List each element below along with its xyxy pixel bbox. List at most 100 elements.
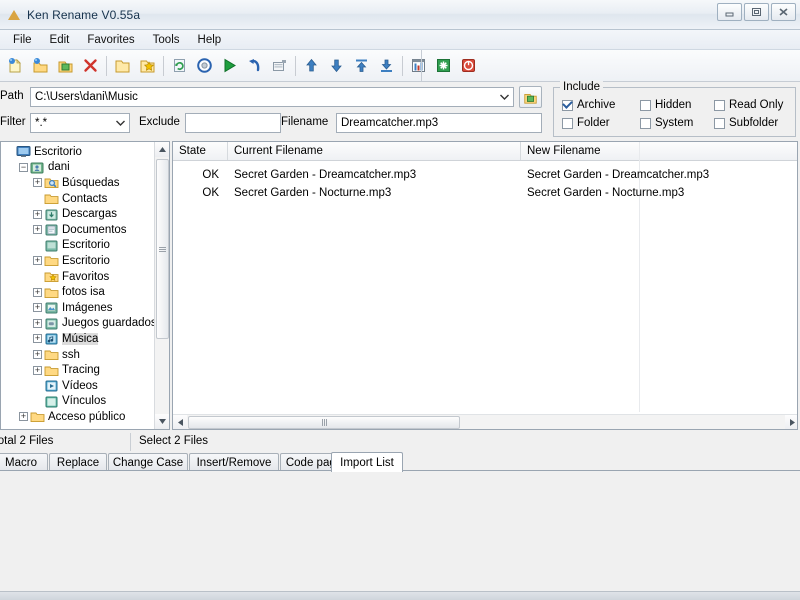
expand-plus-icon[interactable]: + <box>33 318 42 328</box>
new-file-button[interactable] <box>3 53 28 79</box>
menu-file[interactable]: File <box>4 32 41 48</box>
expand-plus-icon[interactable]: + <box>33 350 42 360</box>
expand-plus-icon[interactable]: + <box>33 225 42 235</box>
scroll-left-arrow-icon[interactable] <box>173 414 187 429</box>
tree-item[interactable]: + Acceso público <box>1 409 156 425</box>
tab-macro[interactable]: Macro <box>0 453 48 471</box>
expand-plus-icon[interactable]: + <box>33 365 42 375</box>
delete-button[interactable] <box>78 53 103 79</box>
tree-item[interactable]: Vídeos <box>1 378 156 394</box>
menu-edit[interactable]: Edit <box>41 32 79 48</box>
expand-plus-icon[interactable]: + <box>33 287 42 297</box>
tree-item[interactable]: + Tracing <box>1 362 156 378</box>
path-combobox[interactable]: C:\Users\dani\Music <box>30 87 514 107</box>
tree-item[interactable]: Favoritos <box>1 269 156 285</box>
app-icon <box>6 7 22 23</box>
tree-item[interactable]: + Escritorio <box>1 253 156 269</box>
expand-plus-icon[interactable]: + <box>33 334 42 344</box>
menu-help[interactable]: Help <box>189 32 231 48</box>
move-up-button[interactable] <box>299 53 324 79</box>
tree-item[interactable]: + ssh <box>1 347 156 363</box>
collapse-minus-icon[interactable]: − <box>19 162 28 172</box>
include-system-checkbox[interactable]: System <box>640 117 693 129</box>
tree-item[interactable]: Escritorio <box>1 238 156 254</box>
expand-plus-icon[interactable]: + <box>19 412 28 422</box>
menu-favorites[interactable]: Favorites <box>78 32 143 48</box>
include-subfolder-checkbox[interactable]: Subfolder <box>714 117 778 129</box>
shuffle-button[interactable] <box>431 53 456 79</box>
import-list-panel: Load Save Clear Copy Clean Paste From cl… <box>0 471 800 591</box>
properties-button[interactable] <box>267 53 292 79</box>
scroll-up-arrow-icon[interactable] <box>155 142 169 157</box>
column-header-state[interactable]: State <box>173 142 228 160</box>
file-list-panel[interactable]: State Current Filename New Filename OK S… <box>172 141 798 430</box>
move-bottom-button[interactable] <box>374 53 399 79</box>
tree-item[interactable]: + Documentos <box>1 222 156 238</box>
tree-vertical-scrollbar[interactable] <box>154 142 169 429</box>
tree-item-label: Juegos guardados <box>62 317 157 330</box>
tree-item[interactable]: Contacts <box>1 191 156 207</box>
chevron-down-icon[interactable] <box>496 88 513 106</box>
toolbar <box>0 50 800 82</box>
expand-plus-icon[interactable]: + <box>33 178 42 188</box>
tree-item[interactable]: + Música <box>1 331 156 347</box>
open-folder-button[interactable] <box>28 53 53 79</box>
close-button[interactable] <box>771 3 796 21</box>
table-row[interactable]: OK Secret Garden - Dreamcatcher.mp3 Secr… <box>173 166 797 184</box>
tree-item[interactable]: Escritorio <box>1 144 156 160</box>
preview-button[interactable] <box>192 53 217 79</box>
tree-item[interactable]: Vínculos <box>1 394 156 410</box>
include-folder-checkbox[interactable]: Folder <box>562 117 610 129</box>
menu-tools[interactable]: Tools <box>144 32 189 48</box>
tree-item[interactable]: + Juegos guardados <box>1 316 157 332</box>
path-label: Path <box>0 90 24 102</box>
scroll-right-arrow-icon[interactable] <box>785 414 797 429</box>
refresh-list-button[interactable] <box>167 53 192 79</box>
minimize-button[interactable] <box>717 3 742 21</box>
tab-import-list[interactable]: Import List <box>331 452 403 472</box>
file-list-horizontal-scrollbar[interactable] <box>173 414 797 429</box>
scroll-down-arrow-icon[interactable] <box>155 414 169 429</box>
path-browse-button[interactable] <box>519 86 542 108</box>
tree-item-label: ssh <box>62 348 80 361</box>
tree-item[interactable]: + fotos isa <box>1 284 156 300</box>
tree-item[interactable]: + Descargas <box>1 206 156 222</box>
expand-plus-icon[interactable]: + <box>33 209 42 219</box>
maximize-button[interactable] <box>744 3 769 21</box>
folder-tree-panel[interactable]: Escritorio − dani + Búsquedas Contacts + Descar… <box>0 141 170 430</box>
tree-scrollbar-thumb[interactable] <box>156 159 169 339</box>
tab-replace[interactable]: Replace <box>49 453 107 471</box>
expand-plus-icon[interactable]: + <box>33 256 42 266</box>
columns-button[interactable] <box>406 53 431 79</box>
chevron-down-icon[interactable] <box>112 114 129 132</box>
column-header-current[interactable]: Current Filename <box>228 142 521 160</box>
undo-button[interactable] <box>242 53 267 79</box>
table-row[interactable]: OK Secret Garden - Nocturne.mp3 Secret G… <box>173 184 797 202</box>
desktop-icon <box>16 145 31 158</box>
rename-run-button[interactable] <box>217 53 242 79</box>
favorites-button[interactable] <box>135 53 160 79</box>
hscroll-thumb[interactable] <box>188 415 460 429</box>
move-down-button[interactable] <box>324 53 349 79</box>
tree-item[interactable]: + Búsquedas <box>1 175 156 191</box>
tab-insert-remove[interactable]: Insert/Remove <box>189 453 279 471</box>
expand-plus-icon[interactable]: + <box>33 303 42 313</box>
save-folder-button[interactable] <box>53 53 78 79</box>
include-system-label: System <box>655 117 694 129</box>
move-top-button[interactable] <box>349 53 374 79</box>
toolbar-separator <box>402 55 403 76</box>
column-header-new[interactable]: New Filename <box>521 142 797 160</box>
tab-change-case[interactable]: Change Case <box>108 453 188 471</box>
include-archive-checkbox[interactable]: Archive <box>562 99 615 111</box>
tree-item[interactable]: + Imágenes <box>1 300 156 316</box>
exclude-input[interactable] <box>185 113 281 133</box>
browse-folder-button[interactable] <box>110 53 135 79</box>
include-readonly-checkbox[interactable]: Read Only <box>714 99 783 111</box>
filename-input[interactable] <box>336 113 542 133</box>
folder-icon <box>44 348 59 361</box>
tree-item[interactable]: − dani <box>1 160 156 176</box>
exit-button[interactable] <box>456 53 481 79</box>
include-hidden-checkbox[interactable]: Hidden <box>640 99 691 111</box>
filter-combobox[interactable]: *.* <box>30 113 130 133</box>
